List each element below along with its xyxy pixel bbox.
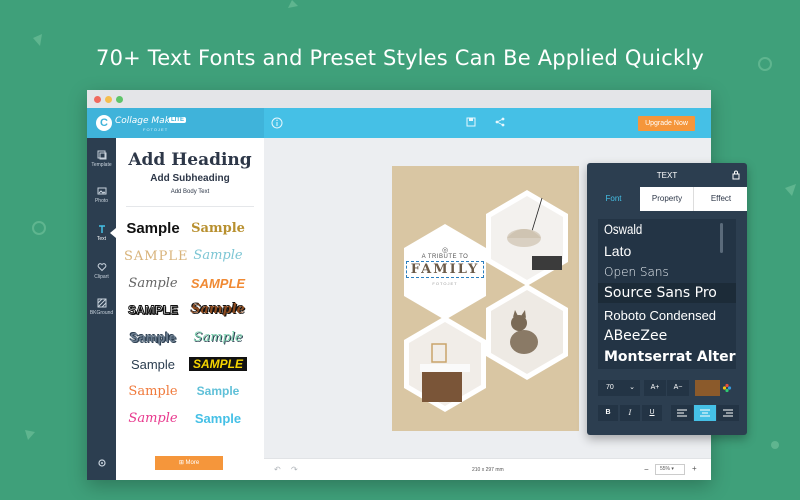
- font-item-oswald[interactable]: Oswald: [604, 221, 642, 237]
- preset-style-7[interactable]: SAMPLE: [124, 303, 182, 318]
- sidebar-label: Photo: [94, 198, 109, 204]
- font-item-roboto-condensed[interactable]: Roboto Condensed: [604, 308, 716, 323]
- page-headline: 70+ Text Fonts and Preset Styles Can Be …: [96, 46, 704, 70]
- align-center-button[interactable]: [694, 405, 716, 421]
- font-item-open-sans[interactable]: Open Sans: [604, 265, 669, 279]
- color-palette-icon[interactable]: [722, 383, 732, 393]
- text-panel-title: TEXT: [656, 171, 678, 180]
- sidebar-item-clipart[interactable]: Clipart: [87, 262, 116, 280]
- font-list: Oswald Lato Open Sans Source Sans Pro Ro…: [598, 219, 736, 369]
- maximize-window-button[interactable]: [116, 96, 123, 103]
- lite-badge: LITE: [169, 117, 186, 123]
- canvas-size: 210 x 297 mm: [472, 467, 504, 473]
- zoom-out-button[interactable]: −: [644, 465, 649, 474]
- preset-style-4[interactable]: Sample: [189, 248, 247, 263]
- text-color-swatch[interactable]: [695, 380, 720, 396]
- brand-fotojet: FOTOJET: [143, 127, 169, 132]
- text-icon: [98, 225, 105, 233]
- preset-style-15[interactable]: Sample: [124, 411, 182, 426]
- poster-family-text-selected[interactable]: FAMILY: [406, 261, 484, 278]
- sidebar-label: Clipart: [94, 274, 109, 280]
- text-tool-panel: TEXT Font Property Effect Oswald Lato Op…: [587, 163, 747, 435]
- add-subheading-button[interactable]: Add Subheading: [116, 173, 264, 184]
- window-titlebar: [87, 90, 711, 108]
- preset-style-11[interactable]: Sample: [124, 357, 182, 372]
- tab-font[interactable]: Font: [587, 187, 640, 211]
- zoom-value: 55%: [660, 466, 671, 472]
- chevron-down-icon: ⌄: [629, 384, 635, 391]
- sidebar-item-background[interactable]: BKGround: [87, 298, 116, 316]
- underline-button[interactable]: U: [642, 405, 662, 421]
- sidebar-label: BKGround: [89, 310, 114, 316]
- bold-button[interactable]: B: [598, 405, 618, 421]
- redo-icon[interactable]: ↷: [291, 465, 298, 474]
- preset-style-1[interactable]: Sample: [124, 220, 182, 237]
- font-size-select[interactable]: 70 ⌄: [598, 380, 640, 396]
- minimize-window-button[interactable]: [105, 96, 112, 103]
- template-icon: [97, 150, 106, 160]
- undo-icon[interactable]: ↶: [274, 465, 281, 474]
- poster[interactable]: ◎ A TRIBUTE TO FAMILY FOTOJET: [392, 166, 579, 431]
- gear-icon[interactable]: [97, 458, 107, 468]
- sidebar-label: Template: [91, 162, 112, 168]
- font-item-montserrat-alternates[interactable]: Montserrat Alternates: [604, 349, 736, 365]
- photo-icon: [97, 187, 106, 195]
- text-tabs: Font Property Effect: [587, 187, 747, 211]
- collage-hexagons: [404, 190, 568, 412]
- more-styles-button[interactable]: ⊞ More: [155, 456, 223, 470]
- divider: [126, 206, 254, 207]
- app-toolbar: C Collage Maker LITE FOTOJET Upgrade Now: [87, 108, 711, 138]
- tab-effect[interactable]: Effect: [695, 187, 747, 211]
- font-item-source-sans-pro[interactable]: Source Sans Pro: [604, 285, 717, 301]
- preset-style-10[interactable]: Sample: [189, 330, 247, 345]
- font-list-scrollbar[interactable]: [720, 223, 723, 253]
- preset-style-9[interactable]: Sample: [124, 330, 182, 345]
- lock-icon[interactable]: [731, 169, 741, 180]
- background-icon: [97, 298, 106, 308]
- italic-button[interactable]: I: [620, 405, 640, 421]
- poster-camera-icon: ◎: [441, 246, 449, 254]
- close-window-button[interactable]: [94, 96, 101, 103]
- preset-style-14[interactable]: Sample: [189, 384, 247, 398]
- sidebar-item-template[interactable]: Template: [87, 150, 116, 168]
- align-left-button[interactable]: [671, 405, 693, 421]
- left-sidebar: Template Photo Text Clipart BKGround: [87, 138, 116, 480]
- sidebar-label: Text: [96, 236, 107, 242]
- preset-style-2[interactable]: Sample: [189, 221, 247, 236]
- preset-style-16[interactable]: Sample: [189, 411, 247, 426]
- preset-style-13[interactable]: Sample: [124, 384, 182, 399]
- save-icon[interactable]: [466, 117, 476, 127]
- preset-style-5[interactable]: Sample: [124, 276, 182, 291]
- zoom-in-button[interactable]: +: [692, 464, 697, 473]
- font-size-value: 70: [606, 384, 614, 391]
- font-item-abeezee[interactable]: ABeeZee: [604, 328, 667, 344]
- font-item-lato[interactable]: Lato: [604, 243, 631, 259]
- poster-tribute[interactable]: A TRIBUTE TO: [392, 254, 498, 260]
- upgrade-now-button[interactable]: Upgrade Now: [638, 116, 695, 131]
- brand-area: C Collage Maker LITE FOTOJET: [87, 108, 264, 138]
- add-heading-button[interactable]: Add Heading: [116, 150, 264, 170]
- info-icon[interactable]: [271, 117, 283, 129]
- logo-icon: C: [96, 115, 112, 131]
- preset-style-6[interactable]: SAMPLE: [189, 276, 247, 291]
- heart-icon: [97, 263, 106, 272]
- decrease-font-button[interactable]: A−: [667, 380, 689, 396]
- share-icon[interactable]: [495, 117, 505, 127]
- sidebar-item-photo[interactable]: Photo: [87, 186, 116, 204]
- increase-font-button[interactable]: A+: [644, 380, 666, 396]
- text-panel: Add Heading Add Subheading Add Body Text…: [116, 138, 264, 480]
- preset-style-3[interactable]: SAMPLE: [124, 249, 187, 264]
- zoom-select[interactable]: 55% ▾: [655, 464, 685, 475]
- preset-style-12[interactable]: SAMPLE: [189, 357, 247, 371]
- poster-fotojet: FOTOJET: [432, 281, 458, 286]
- align-right-button[interactable]: [717, 405, 739, 421]
- bottom-bar: ↶ ↷ 210 x 297 mm − 55% ▾ +: [264, 458, 711, 480]
- tab-property[interactable]: Property: [641, 187, 694, 211]
- add-body-text-button[interactable]: Add Body Text: [116, 189, 264, 195]
- preset-style-8[interactable]: Sample: [189, 302, 247, 317]
- more-label: More: [185, 460, 200, 466]
